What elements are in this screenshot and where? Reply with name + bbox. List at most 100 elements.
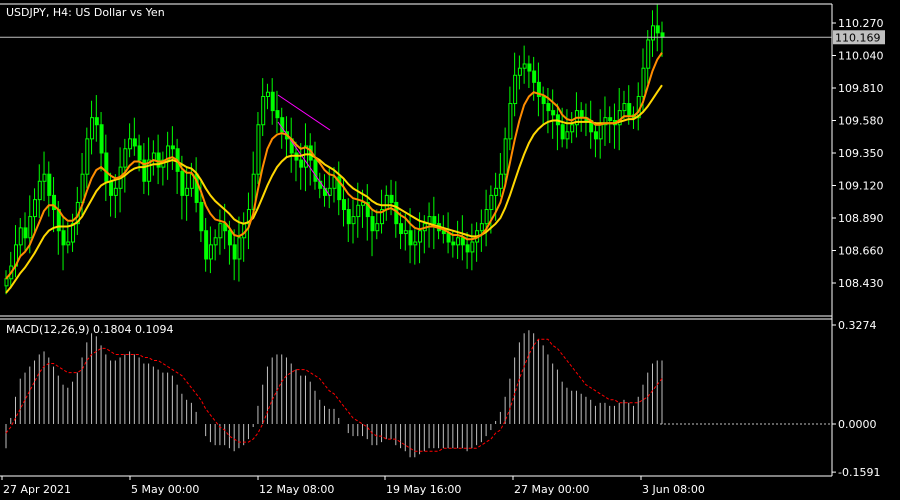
candle-body	[655, 25, 660, 34]
candle-body	[261, 95, 266, 126]
candle-body	[90, 117, 95, 140]
candle-body	[370, 216, 375, 232]
trading-chart[interactable]: 110.270 110.040 109.810 109.580 109.350 109.1…	[0, 0, 900, 500]
candle-body	[42, 173, 47, 182]
candle-body	[137, 145, 142, 161]
price-tick-label: 108.430	[838, 277, 884, 290]
candle-body	[342, 199, 347, 211]
candle-body	[71, 223, 76, 243]
candle-body	[413, 241, 418, 246]
candle-body	[503, 138, 508, 175]
macd-tick-label: 0.3274	[838, 319, 877, 332]
candle-body	[151, 152, 156, 161]
candle-body	[170, 145, 175, 150]
candle-body	[232, 244, 237, 260]
candle-body	[565, 131, 570, 140]
price-tick-label: 108.660	[838, 245, 884, 258]
price-tick-label: 109.580	[838, 115, 884, 128]
time-tick-label: 3 Jun 08:00	[642, 483, 705, 496]
time-tick-label: 19 May 16:00	[386, 483, 461, 496]
candle-body	[660, 32, 665, 38]
candle-body	[94, 117, 99, 126]
candle-body	[532, 70, 537, 83]
candle-body	[180, 170, 185, 196]
candle-body	[66, 241, 71, 246]
candle-body	[432, 216, 437, 225]
candle-body	[218, 223, 223, 239]
macd-axis[interactable]: 0.3274 0.0000 -0.1591	[832, 319, 880, 479]
candle-body	[451, 241, 456, 246]
candle-body	[313, 159, 318, 182]
time-tick-label: 12 May 08:00	[259, 483, 334, 496]
candle-body	[204, 230, 209, 260]
candle-body	[446, 233, 451, 243]
candle-body	[123, 148, 128, 168]
candle-body	[560, 124, 565, 140]
candle-body	[470, 241, 475, 253]
candle-body	[356, 204, 361, 218]
candle-body	[85, 138, 90, 175]
candle-body	[484, 209, 489, 225]
candle-body	[551, 110, 556, 116]
candle-body	[384, 194, 389, 211]
candle-body	[99, 124, 104, 154]
candle-body	[546, 103, 551, 112]
candle-body	[61, 230, 66, 246]
candle-body	[522, 63, 527, 69]
macd-signal-line	[5, 338, 663, 452]
candle-body	[23, 227, 28, 239]
candle-body	[456, 237, 461, 246]
candle-body	[570, 124, 575, 133]
candle-body	[275, 110, 280, 119]
candle-body	[199, 201, 204, 232]
price-tick-label: 108.890	[838, 212, 884, 225]
candle-body	[256, 124, 261, 175]
time-tick-label: 27 May 00:00	[514, 483, 589, 496]
candle-body	[227, 230, 232, 246]
candle-body	[113, 187, 118, 196]
candle-body	[627, 103, 632, 116]
candle-body	[408, 230, 413, 246]
price-tick-label: 109.120	[838, 180, 884, 193]
price-tick-label: 109.810	[838, 82, 884, 95]
price-tick-label: 110.040	[838, 50, 884, 63]
candle-body	[33, 199, 38, 218]
candle-body	[465, 244, 470, 253]
candle-body	[208, 244, 213, 260]
candle-body	[593, 131, 598, 140]
candle-body	[403, 230, 408, 235]
candle-body	[622, 103, 627, 112]
candle-body	[517, 67, 522, 76]
candle-body	[479, 223, 484, 232]
candle-body	[346, 209, 351, 225]
candle-body	[527, 63, 532, 72]
candle-body	[389, 194, 394, 203]
time-tick-label: 27 Apr 2021	[3, 483, 71, 496]
candle-body	[237, 237, 242, 260]
time-axis[interactable]: 27 Apr 2021 5 May 00:00 12 May 08:00 19 May…	[1, 476, 705, 496]
candle-body	[351, 216, 356, 225]
price-tick-label: 110.270	[838, 17, 884, 30]
candle-body	[213, 237, 218, 246]
candle-body	[498, 173, 503, 189]
candle-body	[128, 138, 133, 150]
candle-body	[299, 159, 304, 168]
candle-body	[489, 194, 494, 211]
candle-body	[508, 103, 513, 140]
candle-body	[270, 91, 275, 112]
macd-tick-label: -0.1591	[838, 466, 880, 479]
candle-body	[109, 180, 114, 196]
macd-tick-label: 0.0000	[838, 418, 877, 431]
candle-body	[104, 152, 109, 182]
candle-body	[579, 110, 584, 119]
candle-body	[418, 230, 423, 243]
time-tick-label: 5 May 00:00	[131, 483, 199, 496]
candle-body	[47, 173, 52, 196]
price-axis[interactable]: 110.270 110.040 109.810 109.580 109.350 109.1…	[832, 17, 884, 290]
candle-body	[460, 237, 465, 246]
candle-body	[650, 25, 655, 41]
price-candles	[4, 4, 665, 295]
candle-body	[375, 223, 380, 232]
price-tick-label: 109.350	[838, 147, 884, 160]
candle-body	[598, 124, 603, 140]
